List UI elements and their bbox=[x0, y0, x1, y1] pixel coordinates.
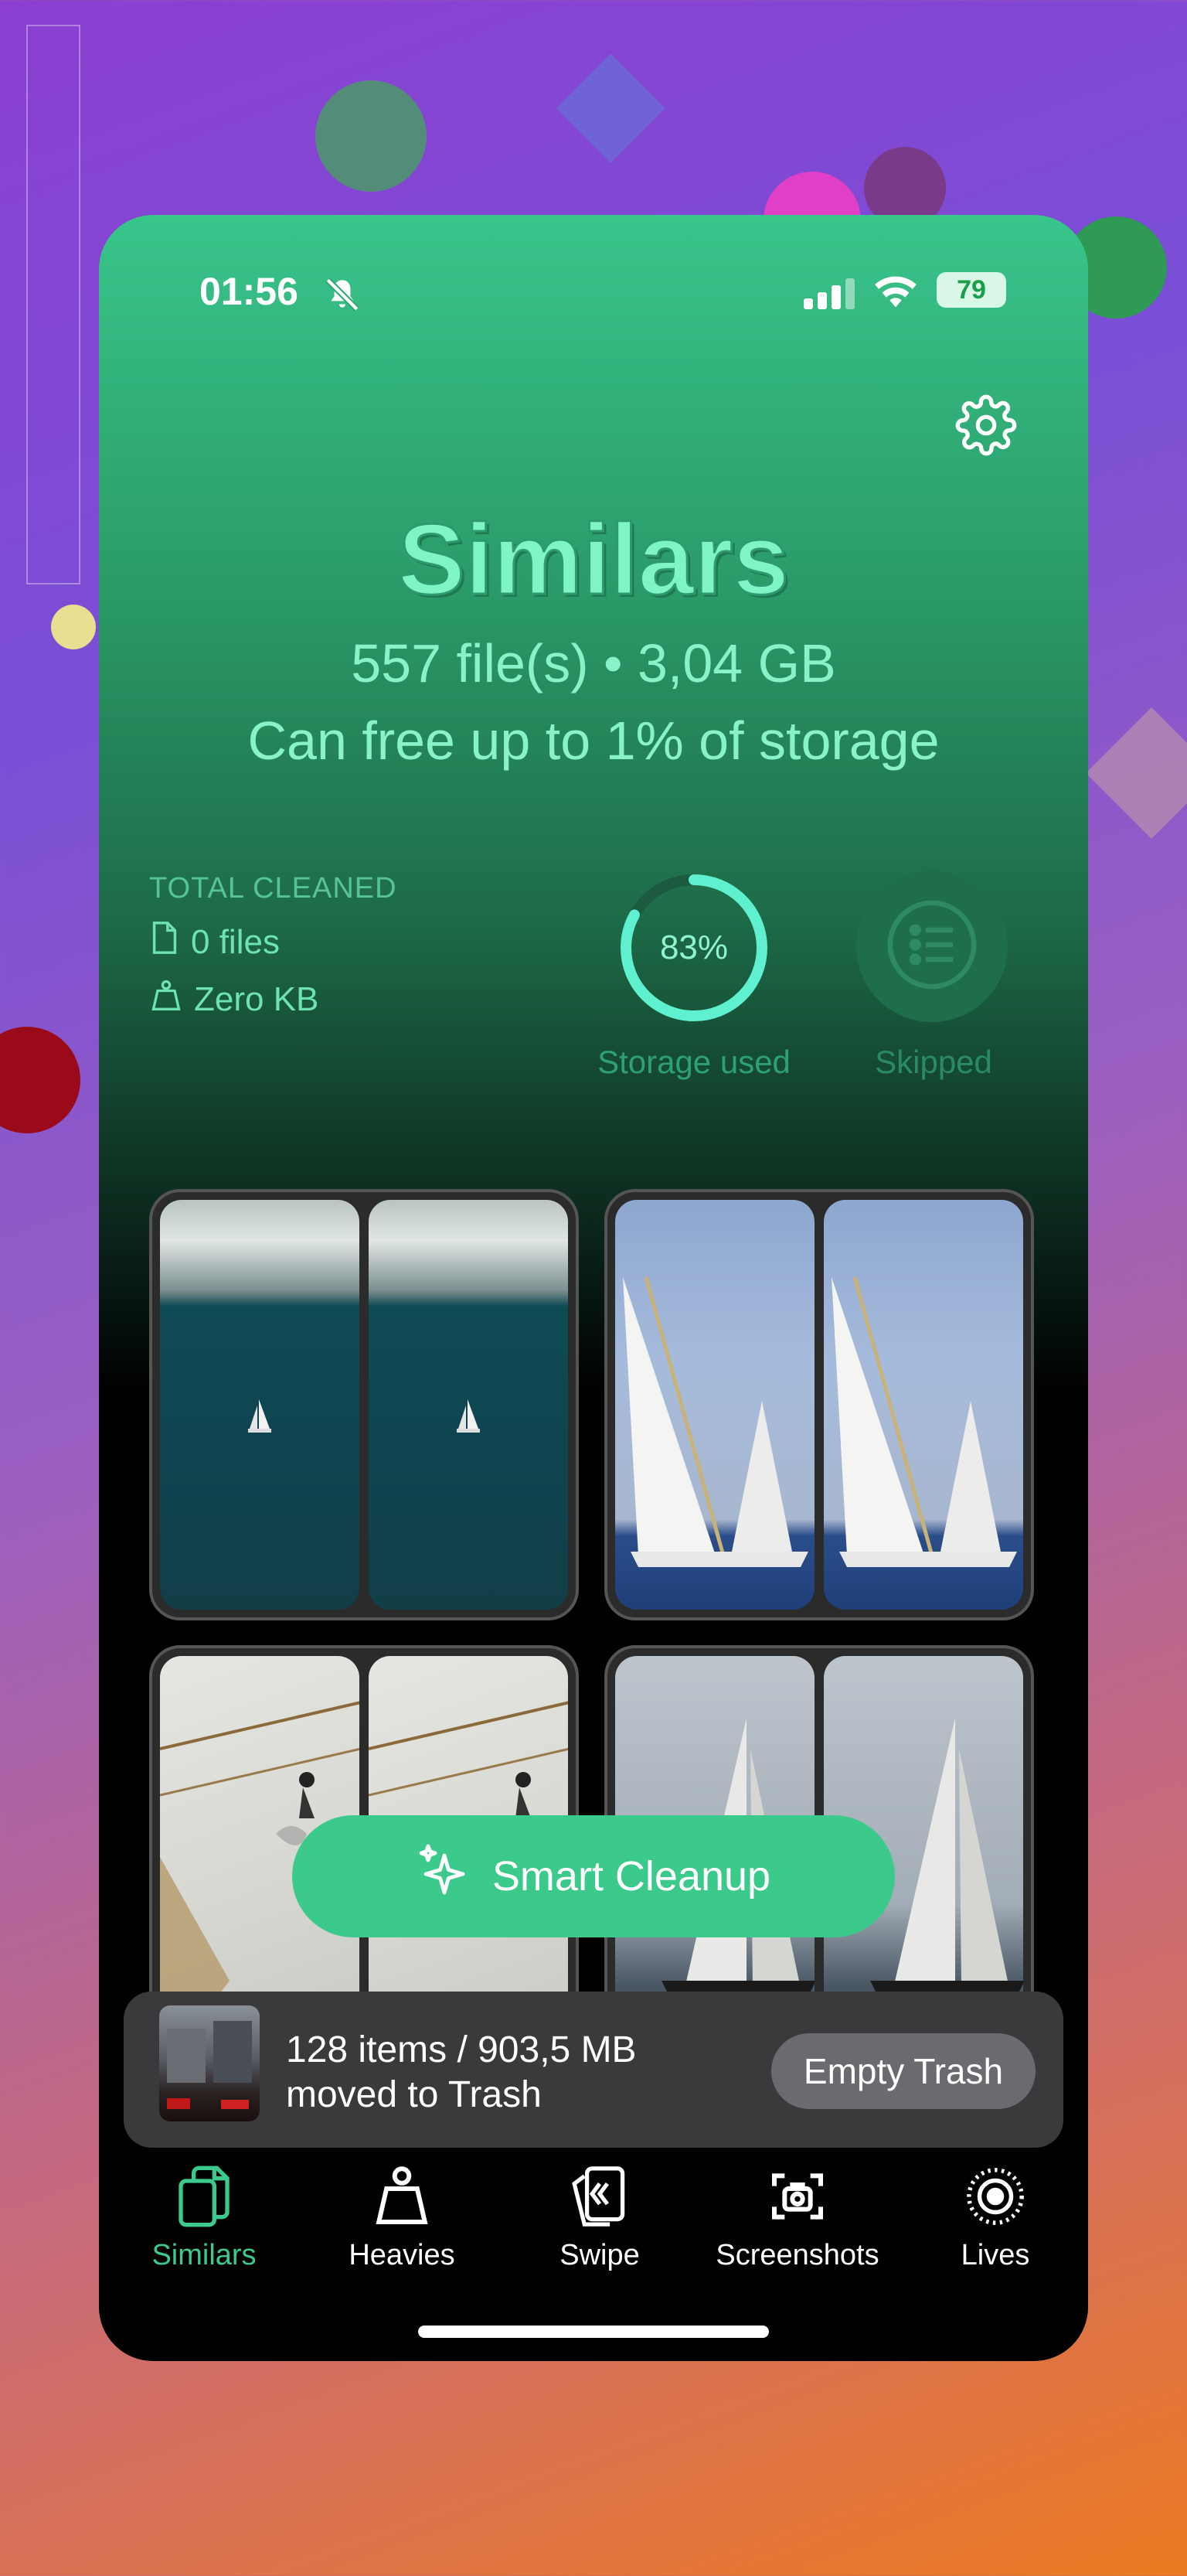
tab-label: Similars bbox=[151, 2239, 257, 2271]
files-summary: 557 file(s) • 3,04 GB bbox=[351, 633, 836, 693]
home-indicator bbox=[418, 2326, 769, 2338]
copy-icon bbox=[111, 2154, 297, 2239]
tab-label: Lives bbox=[961, 2239, 1030, 2271]
tab-swipe[interactable]: Swipe bbox=[507, 2154, 692, 2272]
background-circle-green bbox=[315, 80, 427, 192]
storage-used-label: Storage used bbox=[597, 1044, 791, 1080]
weight-icon bbox=[309, 2154, 495, 2239]
screenshot-icon bbox=[705, 2154, 890, 2239]
trash-thumbnail bbox=[159, 2005, 260, 2121]
cleaned-size-row: Zero KB bbox=[149, 977, 318, 1021]
background-circle-darkred bbox=[0, 1027, 80, 1133]
weight-icon bbox=[149, 977, 183, 1021]
settings-gear-icon[interactable] bbox=[955, 394, 1017, 460]
total-cleaned-label: TOTAL CLEANED bbox=[149, 872, 397, 905]
tab-label: Swipe bbox=[559, 2239, 640, 2271]
file-icon bbox=[149, 920, 180, 964]
bell-muted-icon bbox=[323, 275, 362, 318]
tab-bar: Similars Heavies Swipe Screenshots Lives bbox=[99, 2154, 1088, 2309]
page-title: Similars bbox=[397, 502, 791, 617]
photo-group-card[interactable] bbox=[149, 1189, 579, 1620]
photo-thumbnail bbox=[160, 1200, 359, 1610]
list-icon bbox=[882, 894, 982, 999]
tab-similars[interactable]: Similars bbox=[111, 2154, 297, 2272]
storage-percent: 83% bbox=[659, 929, 729, 966]
battery-indicator: 79 bbox=[937, 272, 1006, 308]
cleaned-files-row: 0 files bbox=[149, 920, 280, 964]
tab-lives[interactable]: Lives bbox=[903, 2154, 1088, 2272]
live-photo-icon bbox=[903, 2154, 1088, 2239]
smart-cleanup-label: Smart Cleanup bbox=[491, 1853, 771, 1900]
photo-thumbnail bbox=[369, 1200, 568, 1610]
background-outline-rect bbox=[26, 25, 80, 584]
cleaned-files-value: 0 files bbox=[191, 922, 280, 961]
trash-count-text: 128 items / 903,5 MB bbox=[286, 2029, 637, 2070]
smart-cleanup-button[interactable]: Smart Cleanup bbox=[292, 1815, 895, 1937]
photo-thumbnail bbox=[824, 1200, 1023, 1610]
tab-heavies[interactable]: Heavies bbox=[309, 2154, 495, 2272]
tab-screenshots[interactable]: Screenshots bbox=[705, 2154, 890, 2272]
status-time: 01:56 bbox=[199, 270, 298, 313]
skipped-button[interactable] bbox=[856, 871, 1008, 1022]
trash-moved-text: moved to Trash bbox=[286, 2074, 542, 2115]
wifi-icon bbox=[872, 274, 920, 313]
trash-banner: 128 items / 903,5 MB moved to Trash Empt… bbox=[124, 1992, 1063, 2148]
signal-icon bbox=[804, 278, 858, 313]
sparkles-icon bbox=[417, 1841, 472, 1913]
background-diamond-blue bbox=[556, 53, 665, 163]
phone-screen: 01:56 79 Similars 557 file(s) • 3,04 GB … bbox=[99, 215, 1088, 2361]
free-storage-hint: Can free up to 1% of storage bbox=[247, 710, 940, 771]
photo-thumbnail bbox=[615, 1200, 815, 1610]
background-circle-yellow bbox=[51, 605, 96, 649]
tab-label: Heavies bbox=[349, 2239, 455, 2271]
swipe-cards-icon bbox=[507, 2154, 692, 2239]
photo-group-card[interactable] bbox=[604, 1189, 1034, 1620]
cleaned-size-value: Zero KB bbox=[194, 980, 319, 1018]
background-diamond-right bbox=[1086, 707, 1187, 839]
skipped-label: Skipped bbox=[875, 1044, 992, 1080]
empty-trash-button[interactable]: Empty Trash bbox=[771, 2033, 1036, 2109]
status-bar: 01:56 79 bbox=[99, 269, 1088, 315]
tab-label: Screenshots bbox=[716, 2239, 879, 2271]
